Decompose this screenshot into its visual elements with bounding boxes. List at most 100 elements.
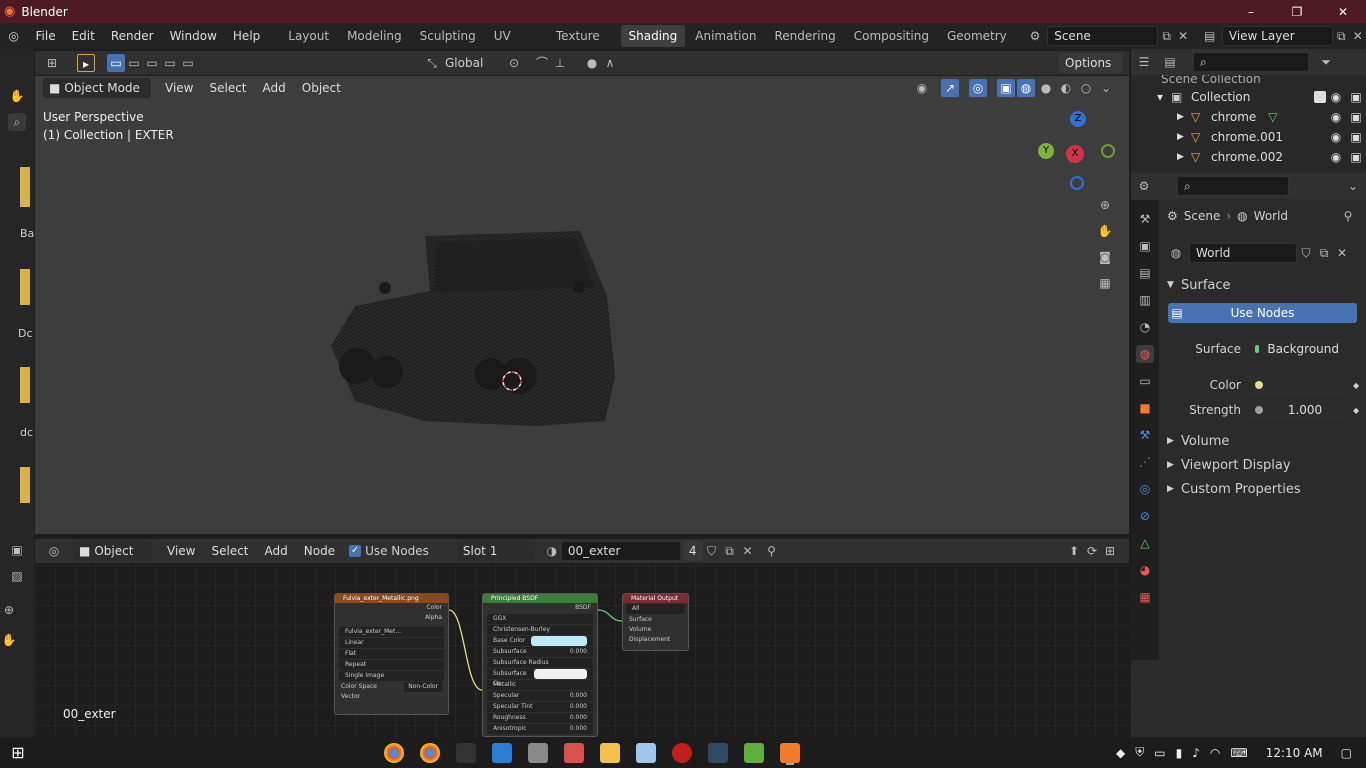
record-icon[interactable] bbox=[672, 742, 692, 763]
select-invert-icon[interactable]: ▭ bbox=[161, 54, 179, 72]
world-unlink-icon[interactable]: ✕ bbox=[1333, 244, 1351, 262]
node-menu-add[interactable]: Add bbox=[257, 538, 296, 564]
properties-type-icon[interactable]: ⚙ bbox=[1135, 177, 1153, 195]
node-type-dropdown[interactable]: ■ Object bbox=[73, 541, 153, 561]
chrome-icon[interactable] bbox=[384, 742, 404, 763]
select-extend-icon[interactable]: ▭ bbox=[125, 54, 143, 72]
strength-field[interactable]: 1.000 bbox=[1249, 400, 1345, 420]
zoom-icon[interactable]: ⊕ bbox=[1096, 196, 1114, 214]
scene-tab-icon[interactable]: ◔ bbox=[1136, 318, 1154, 336]
volume-panel[interactable]: ▶ Volume bbox=[1167, 431, 1229, 451]
world-fake-user-icon[interactable]: ⛉ bbox=[1297, 244, 1315, 262]
shading-wireframe-icon[interactable]: ◍ bbox=[1017, 79, 1035, 97]
outliner-object-row[interactable]: ▶ ▽ chrome.001 ◉ ▣ bbox=[1131, 127, 1366, 147]
node-editor-type-icon[interactable]: ◎ bbox=[45, 542, 63, 560]
editor-type-icon[interactable]: ⊞ bbox=[43, 54, 61, 72]
node-editor-canvas[interactable]: Fulvia_exter_Metallic.png Color Alpha Fu… bbox=[35, 565, 1129, 737]
app-icon[interactable] bbox=[564, 742, 584, 763]
pin-properties-icon[interactable]: ⚲ bbox=[1339, 207, 1357, 225]
expand-arrow-icon[interactable]: ▶ bbox=[1177, 107, 1191, 127]
select-box-icon[interactable]: ▭ bbox=[107, 54, 125, 72]
output-node-target[interactable]: All bbox=[626, 604, 685, 614]
snap-node-icon[interactable]: ⟳ bbox=[1083, 542, 1101, 560]
pan-icon[interactable]: ✋ bbox=[1096, 222, 1114, 240]
outliner-collection[interactable]: ▾ ▣ Collection ◉ ▣ bbox=[1131, 87, 1366, 107]
tab-geometry-nodes[interactable]: Geometry Nod bbox=[939, 25, 1017, 65]
camera-render-icon[interactable]: ▣ bbox=[1346, 127, 1366, 147]
snap-icon[interactable]: ⌒ bbox=[533, 54, 551, 72]
bsdf-input-row[interactable]: Specular Tint 0.000 bbox=[487, 702, 593, 712]
image-node-extension[interactable]: Repeat bbox=[339, 660, 444, 670]
volume-icon[interactable]: ♪ bbox=[1192, 746, 1200, 760]
eye-icon[interactable]: ◉ bbox=[1326, 87, 1346, 107]
clock[interactable]: 12:10 AM bbox=[1266, 746, 1323, 760]
data-tab-icon[interactable]: △ bbox=[1136, 534, 1154, 552]
3d-cursor-icon[interactable] bbox=[500, 369, 524, 393]
node-menu-node[interactable]: Node bbox=[296, 538, 343, 564]
tab-layout[interactable]: Layout bbox=[280, 25, 337, 47]
battery-icon[interactable]: ▮ bbox=[1176, 746, 1183, 760]
camera-render-icon[interactable]: ▣ bbox=[1346, 87, 1366, 107]
new-scene-icon[interactable]: ⧉ bbox=[1158, 27, 1175, 45]
ortho-grid-icon[interactable]: ▦ bbox=[1096, 274, 1114, 292]
blender-taskbar-icon[interactable] bbox=[780, 742, 800, 763]
select-intersect-icon[interactable]: ▭ bbox=[179, 54, 197, 72]
outliner-object-row[interactable]: ▶ ▽ chrome.002 ◉ ▣ bbox=[1131, 147, 1366, 167]
tab-rendering[interactable]: Rendering bbox=[766, 25, 843, 47]
gizmo-neg-z[interactable] bbox=[1070, 176, 1084, 190]
terminal-icon[interactable] bbox=[708, 742, 728, 763]
tab-texture-paint[interactable]: Texture Paint bbox=[548, 25, 619, 65]
properties-search[interactable]: ⌕ bbox=[1177, 176, 1289, 196]
camera-render-icon[interactable]: ▣ bbox=[1346, 147, 1366, 167]
material-browse-icon[interactable]: ◑ bbox=[543, 542, 561, 560]
constraints-tab-icon[interactable]: ⊘ bbox=[1136, 507, 1154, 525]
snap-node-options-icon[interactable]: ⊞ bbox=[1101, 542, 1119, 560]
bsdf-input-row[interactable]: Base Color bbox=[487, 636, 593, 646]
orientation-dropdown[interactable]: Global bbox=[441, 56, 495, 70]
minecraft-icon[interactable] bbox=[744, 742, 764, 763]
pin-icon[interactable]: ⚲ bbox=[763, 542, 781, 560]
tab-uv-editing[interactable]: UV Editing bbox=[486, 25, 546, 65]
material-users-count[interactable]: 4 bbox=[682, 541, 703, 561]
gizmo-z-axis[interactable]: Z bbox=[1070, 111, 1086, 127]
bsdf-subsurface-method[interactable]: Christensen-Burley bbox=[487, 625, 593, 635]
tray-app-icon[interactable]: ◆ bbox=[1116, 746, 1125, 760]
windows-start-icon[interactable]: ⊞ bbox=[0, 743, 36, 762]
vp-menu-select[interactable]: Select bbox=[201, 75, 254, 101]
output-tab-icon[interactable]: ▤ bbox=[1136, 264, 1154, 282]
world-duplicate-icon[interactable]: ⧉ bbox=[1315, 244, 1333, 262]
object-tab-icon[interactable]: ■ bbox=[1136, 399, 1154, 417]
tab-shading[interactable]: Shading bbox=[620, 25, 686, 47]
options-button[interactable]: Options bbox=[1059, 53, 1123, 73]
view-layer-tab-icon[interactable]: ▥ bbox=[1136, 291, 1154, 309]
camera-icon[interactable]: ◙ bbox=[1096, 248, 1114, 266]
custom-properties-panel[interactable]: ▶ Custom Properties bbox=[1167, 479, 1301, 499]
tool-tab-icon[interactable]: ⚒ bbox=[1136, 210, 1154, 228]
keyboard-icon[interactable]: ⌨ bbox=[1230, 746, 1247, 760]
visibility-icon[interactable]: ◉ bbox=[913, 79, 931, 97]
principled-bsdf-node[interactable]: Principled BSDF BSDF GGX Christensen-Bur… bbox=[482, 593, 598, 737]
unlink-material-icon[interactable]: ✕ bbox=[739, 542, 757, 560]
file-explorer-icon[interactable] bbox=[600, 742, 620, 763]
transform-orientation-icon[interactable]: ⤡ bbox=[423, 54, 441, 72]
tab-sculpting[interactable]: Sculpting bbox=[412, 25, 484, 47]
wifi-icon[interactable]: ◠ bbox=[1210, 746, 1220, 760]
bsdf-distribution[interactable]: GGX bbox=[487, 614, 593, 624]
view-layer-field[interactable]: View Layer bbox=[1221, 26, 1334, 46]
pan-tool-icon[interactable]: ✋ bbox=[0, 631, 18, 649]
surface-shader-button[interactable]: Background bbox=[1249, 339, 1345, 359]
xray-toggle-icon[interactable]: ▣ bbox=[997, 79, 1015, 97]
material-name-field[interactable]: 00_exter bbox=[560, 541, 681, 561]
outliner-search[interactable]: ⌕ bbox=[1193, 52, 1309, 72]
asset-thumb-3[interactable] bbox=[20, 367, 30, 403]
image-node-interpolation[interactable]: Linear bbox=[339, 638, 444, 648]
shading-options-icon[interactable]: ⌄ bbox=[1097, 79, 1115, 97]
select-subtract-icon[interactable]: ▭ bbox=[143, 54, 161, 72]
tab-animation[interactable]: Animation bbox=[687, 25, 764, 47]
vscode-icon[interactable] bbox=[492, 742, 512, 763]
overlay-toggle-icon[interactable]: ◎ bbox=[969, 79, 987, 97]
remove-scene-icon[interactable]: ✕ bbox=[1175, 27, 1192, 45]
image-node-file[interactable]: Fulvia_exter_Met... bbox=[339, 627, 444, 637]
node-tool-icon[interactable]: ▣ bbox=[8, 541, 26, 559]
unity-icon[interactable] bbox=[528, 742, 548, 763]
